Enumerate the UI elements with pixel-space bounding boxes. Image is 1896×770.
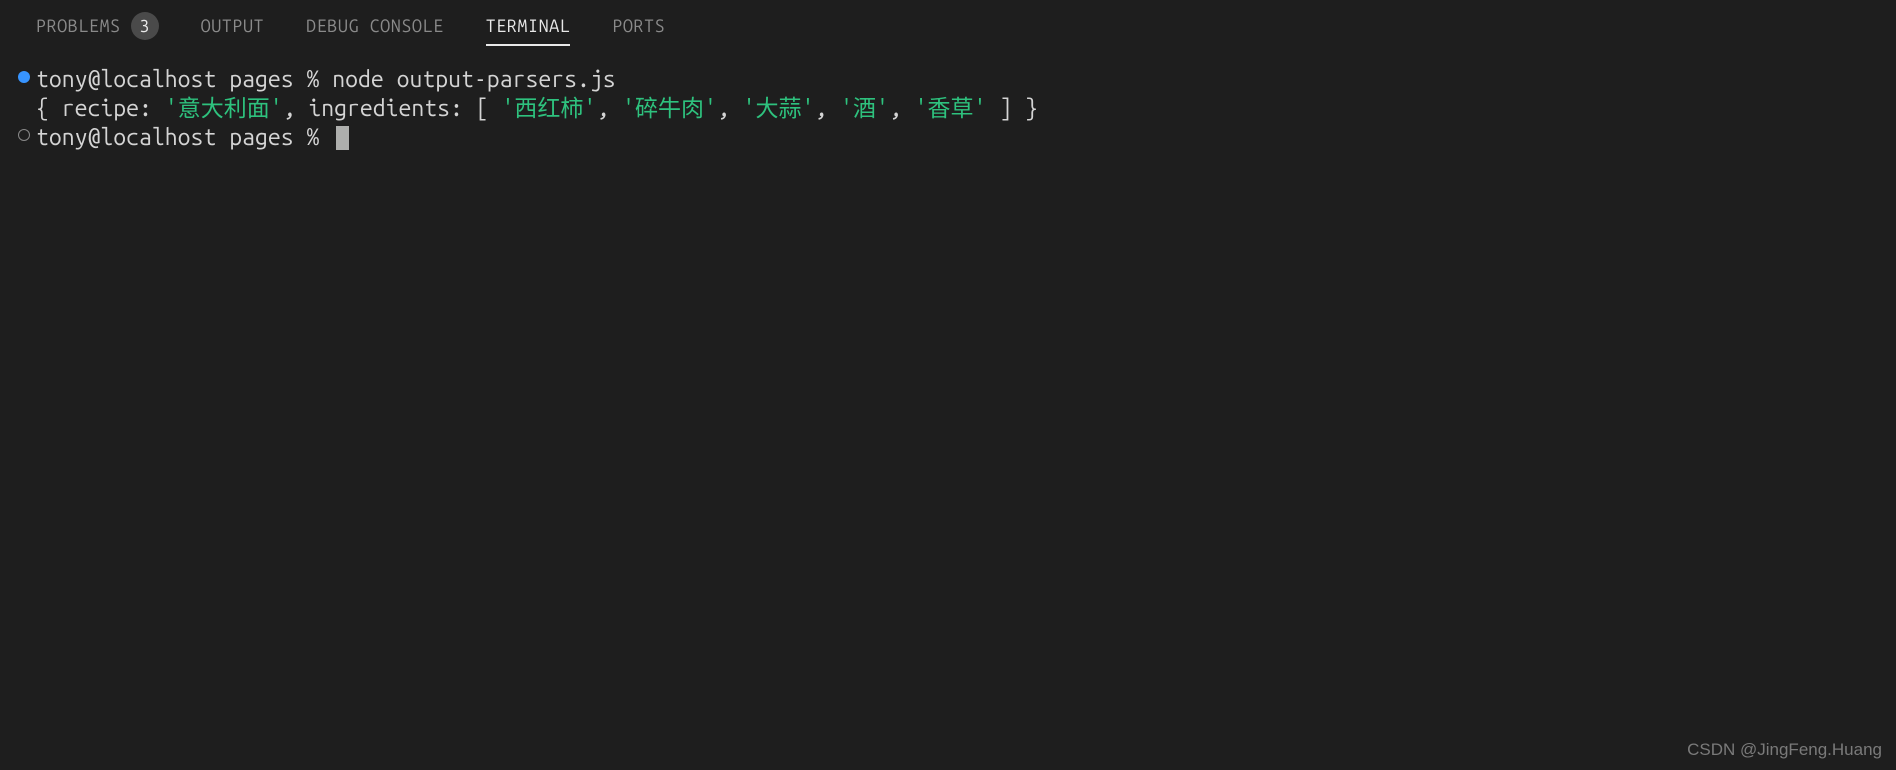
cursor-icon [336, 126, 349, 150]
output-text: ] } [986, 96, 1038, 121]
active-command-dot-icon [18, 71, 30, 83]
panel-tabs: PROBLEMS 3 OUTPUT DEBUG CONSOLE TERMINAL… [0, 0, 1896, 62]
output-string: '西红柿' [502, 96, 597, 121]
gutter-marker [18, 124, 36, 141]
shell-prompt: tony@localhost pages % [36, 125, 332, 150]
output-text: { recipe: [36, 96, 165, 121]
terminal-line: { recipe: '意大利面', ingredients: [ '西红柿', … [18, 95, 1878, 124]
idle-prompt-dot-icon [18, 129, 30, 141]
output-string: '香草' [915, 96, 987, 121]
shell-command: node output-parsers.js [332, 67, 615, 92]
terminal-line: tony@localhost pages % node output-parse… [18, 66, 1878, 95]
output-string: '酒' [840, 96, 889, 121]
output-string: '碎牛肉' [622, 96, 717, 121]
tab-debug-console-label: DEBUG CONSOLE [306, 16, 444, 36]
output-line: { recipe: '意大利面', ingredients: [ '西红柿', … [36, 95, 1038, 124]
tab-problems-label: PROBLEMS [36, 16, 121, 36]
terminal-body[interactable]: tony@localhost pages % node output-parse… [0, 62, 1896, 156]
tab-terminal[interactable]: TERMINAL [486, 16, 571, 46]
prompt-line: tony@localhost pages % [36, 124, 349, 153]
tab-output[interactable]: OUTPUT [201, 16, 264, 46]
watermark: CSDN @JingFeng.Huang [1687, 740, 1882, 760]
tab-problems[interactable]: PROBLEMS 3 [36, 12, 159, 50]
output-text: , [814, 96, 840, 121]
tab-ports-label: PORTS [612, 16, 665, 36]
tab-ports[interactable]: PORTS [612, 16, 665, 46]
gutter-marker [18, 66, 36, 83]
command-line: tony@localhost pages % node output-parse… [36, 66, 616, 95]
tab-output-label: OUTPUT [201, 16, 264, 36]
shell-prompt: tony@localhost pages % [36, 67, 332, 92]
gutter-marker [18, 95, 36, 100]
output-string: '意大利面' [165, 96, 283, 121]
tab-debug-console[interactable]: DEBUG CONSOLE [306, 16, 444, 46]
output-text: , [717, 96, 743, 121]
output-text: , ingredients: [ [283, 96, 502, 121]
output-string: '大蒜' [743, 96, 815, 121]
output-text: , [889, 96, 915, 121]
output-text: , [596, 96, 622, 121]
problems-badge: 3 [131, 12, 159, 40]
tab-terminal-label: TERMINAL [486, 16, 571, 36]
terminal-line: tony@localhost pages % [18, 124, 1878, 153]
